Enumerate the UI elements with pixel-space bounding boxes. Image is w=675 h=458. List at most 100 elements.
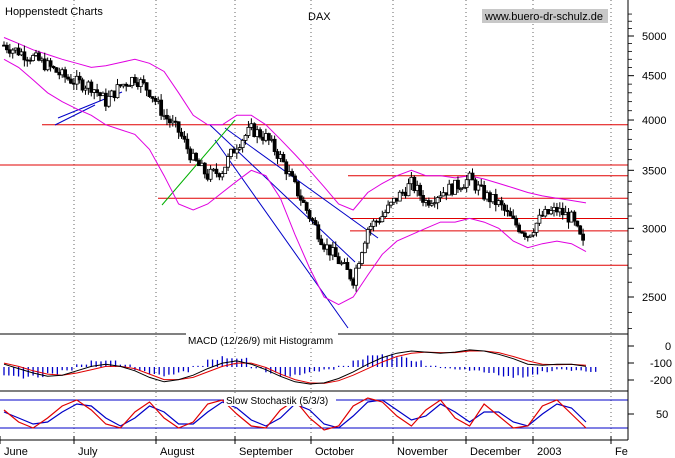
website-label[interactable]: www.buero-dr-schulz.de (484, 11, 603, 23)
x-tick-label: 2003 (537, 446, 561, 458)
candle-body (368, 225, 373, 230)
candle-body (514, 217, 519, 226)
candle-body (578, 225, 583, 235)
candle-body (159, 99, 164, 116)
candle-body (360, 252, 364, 264)
candle-body (281, 154, 286, 163)
stoch-title: Slow Stochastik (5/3/3) (226, 396, 328, 407)
candle-body (357, 263, 361, 269)
candle-body (220, 173, 225, 178)
candle-body (502, 204, 507, 211)
candle-body (365, 229, 370, 244)
candle-body (316, 224, 321, 240)
candle-body (333, 247, 338, 258)
candle-body (354, 267, 359, 286)
source-label: Hoppenstedt Charts (5, 6, 103, 18)
y-tick-label: 3500 (642, 165, 666, 177)
candle-body (226, 156, 230, 168)
candle-body (141, 79, 146, 84)
candle-body (517, 224, 521, 233)
candle-body (202, 162, 207, 175)
x-tick-label: December (470, 446, 521, 458)
x-tick-label: August (160, 446, 194, 458)
candle-body (508, 211, 513, 217)
x-tick-label: Fe (615, 446, 628, 458)
candle-body (77, 75, 82, 81)
candle-body (208, 168, 213, 180)
candle-body (534, 222, 539, 233)
candle-body (389, 201, 393, 206)
candle-body (106, 95, 111, 107)
candle-body (293, 175, 297, 183)
candle-body (386, 204, 391, 213)
x-tick-label: July (78, 446, 98, 458)
macd-y-tick-label: -200 (650, 375, 672, 387)
candle-body (22, 51, 27, 61)
y-tick-label: 5000 (642, 31, 666, 43)
candle-body (144, 82, 149, 91)
candle-body (179, 131, 184, 137)
candle-body (383, 212, 388, 217)
candle-body (69, 78, 73, 84)
candle-body (499, 200, 504, 206)
candle-body (296, 181, 300, 197)
candle-body (298, 195, 303, 201)
candle-body (418, 184, 423, 196)
chart-title: DAX (308, 11, 331, 23)
x-tick-label: September (239, 446, 293, 458)
candle-body (115, 84, 120, 99)
candle-body (522, 232, 527, 237)
candle-body (165, 114, 169, 120)
candle-body (234, 148, 239, 154)
candle-body (182, 135, 187, 140)
candle-body (406, 183, 411, 197)
x-tick-label: November (397, 446, 448, 458)
candle-body (240, 139, 245, 148)
candle-body (48, 60, 53, 67)
macd-y-tick-label: -100 (650, 358, 672, 370)
candle-body (246, 126, 251, 136)
candle-body (581, 233, 585, 241)
dax-chart: 0 -100 -200 50 2500 3000 3500 4000 4500 5000 Ju… (0, 0, 675, 458)
candle-body (214, 168, 219, 174)
macd-y-tick-label: 0 (665, 341, 671, 353)
candle-body (5, 44, 9, 51)
candle-body (133, 77, 137, 83)
candle-body (31, 55, 36, 61)
candle-body (470, 172, 475, 181)
candle-body (194, 152, 198, 161)
candle-body (307, 210, 312, 219)
candle-body (54, 67, 59, 73)
candle-body (362, 242, 367, 254)
candle-body (176, 121, 181, 133)
candle-body (304, 202, 309, 211)
candle-body (464, 179, 469, 188)
candle-body (223, 166, 228, 175)
candle-body (63, 69, 68, 78)
y-tick-label: 3000 (642, 223, 666, 235)
candle-body (185, 138, 190, 150)
candle-body (10, 49, 15, 54)
y-tick-label: 4500 (642, 71, 666, 83)
y-tick-label: 4000 (642, 115, 666, 127)
chart-background (0, 0, 675, 458)
candle-body (147, 89, 152, 97)
candle-body (272, 138, 277, 152)
candle-body (243, 135, 248, 141)
candle-body (456, 179, 460, 190)
x-tick-label: October (315, 446, 354, 458)
candle-body (95, 89, 100, 94)
macd-title: MACD (12/26/9) mit Histogramm (188, 336, 333, 347)
candle-body (380, 216, 385, 223)
stochastic-y-tick-label: 50 (656, 409, 668, 421)
candle-body (348, 269, 353, 280)
candle-body (549, 210, 553, 215)
candle-body (258, 129, 262, 138)
candle-body (313, 220, 318, 226)
candle-body (531, 232, 536, 236)
candle-body (290, 171, 294, 177)
y-tick-label: 2500 (642, 292, 666, 304)
candle-body (319, 238, 324, 246)
x-tick-label: June (4, 446, 28, 458)
candle-body (345, 262, 350, 270)
